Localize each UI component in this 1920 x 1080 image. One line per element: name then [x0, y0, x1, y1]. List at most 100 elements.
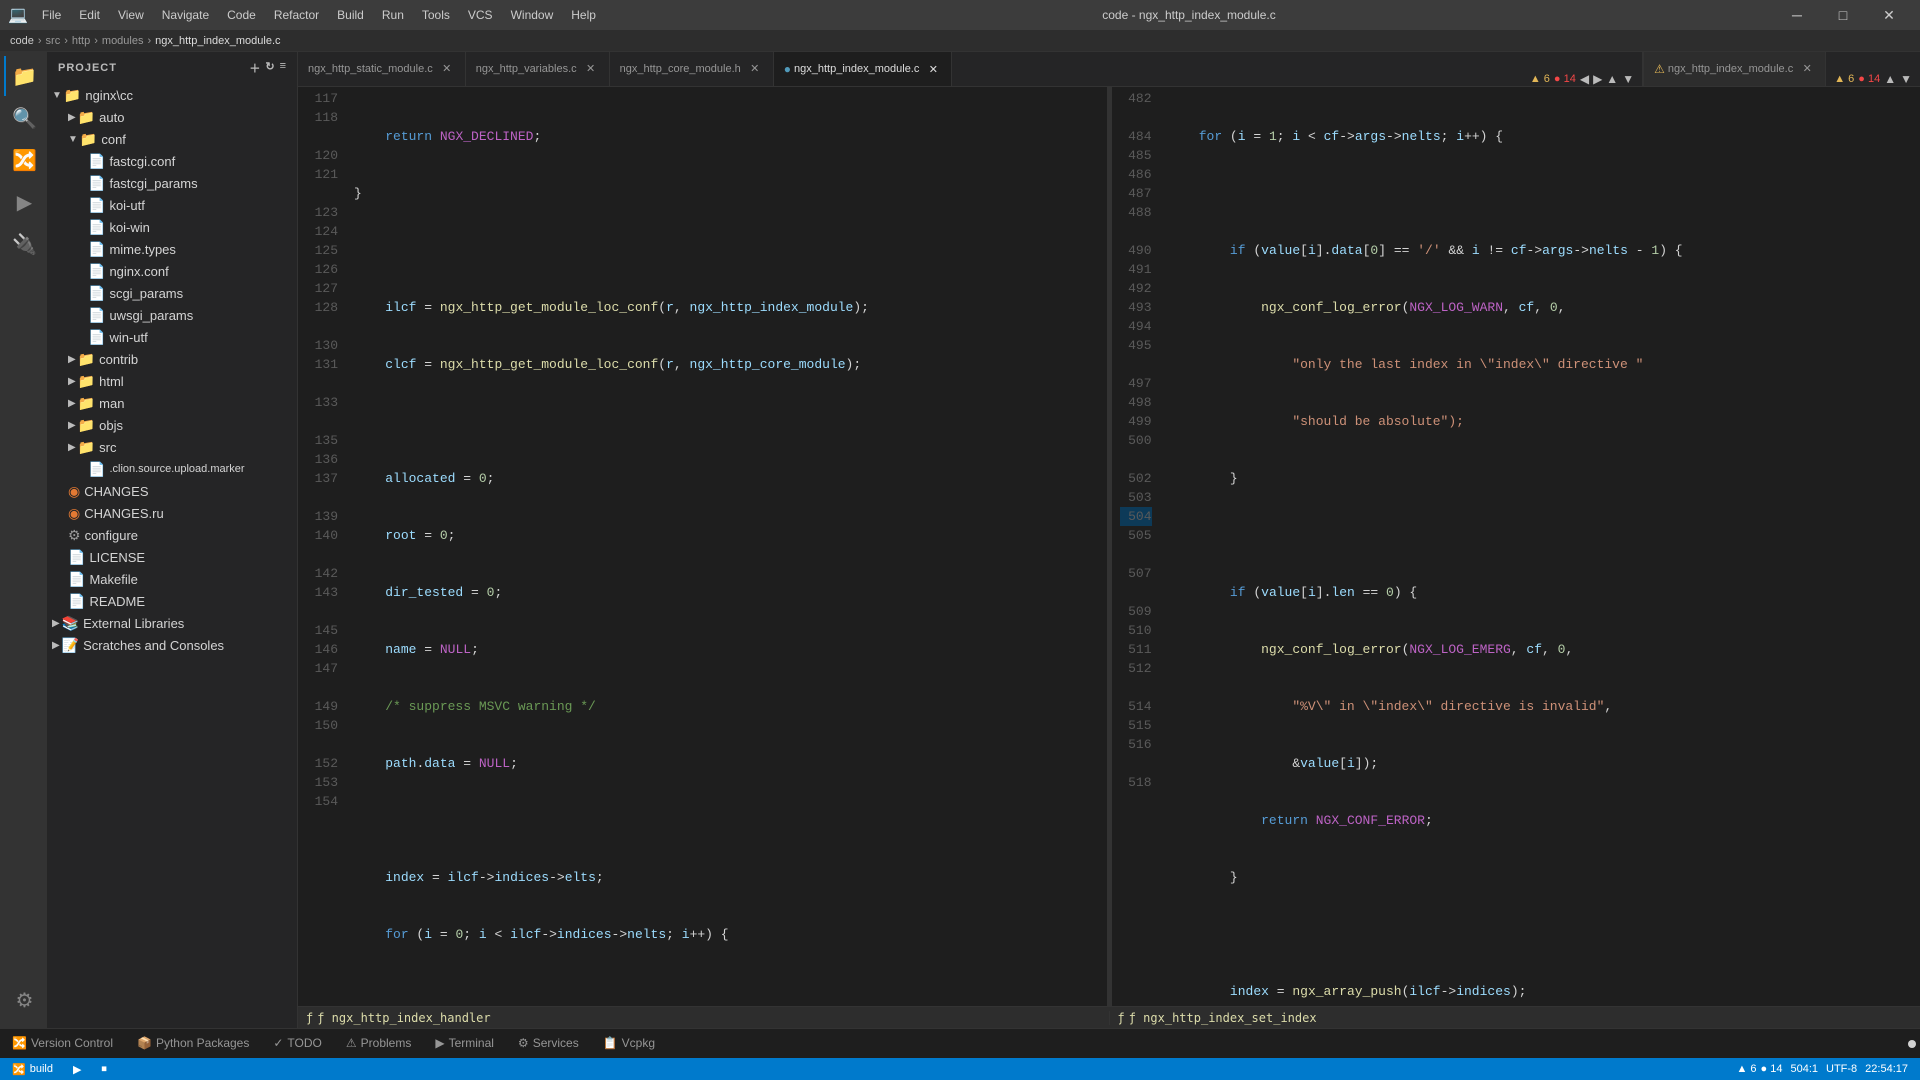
- menu-refactor[interactable]: Refactor: [266, 6, 327, 24]
- sidebar-item-mime-types[interactable]: 📄 mime.types: [48, 238, 297, 260]
- statusbar-stop[interactable]: ⏹: [97, 1058, 111, 1080]
- menu-window[interactable]: Window: [503, 6, 562, 24]
- tab-ngx-http-variables[interactable]: ngx_http_variables.c ✕: [466, 52, 610, 86]
- breadcrumb-current-file[interactable]: ngx_http_index_module.c: [155, 35, 280, 47]
- vcpkg-icon: 📋: [603, 1036, 618, 1050]
- menu-run[interactable]: Run: [374, 6, 412, 24]
- close-button[interactable]: ✕: [1866, 0, 1912, 30]
- sidebar-item-scratches[interactable]: ▶ 📝 Scratches and Consoles: [48, 634, 297, 656]
- statusbar-warnings[interactable]: ▲ 6 ● 14: [1732, 1058, 1786, 1080]
- breadcrumb-modules[interactable]: modules: [102, 35, 144, 47]
- bottom-tab-todo[interactable]: ✓ TODO: [261, 1029, 334, 1059]
- menu-vcs[interactable]: VCS: [460, 6, 501, 24]
- tab-ngx-http-static[interactable]: ngx_http_static_module.c ✕: [298, 52, 466, 86]
- menu-build[interactable]: Build: [329, 6, 372, 24]
- tab-ngx-http-core-h[interactable]: ngx_http_core_module.h ✕: [610, 52, 774, 86]
- activity-git[interactable]: 🔀: [4, 140, 44, 180]
- breadcrumb-code[interactable]: code: [10, 35, 34, 47]
- menu-file[interactable]: File: [34, 6, 69, 24]
- sidebar-item-readme[interactable]: 📄 README: [48, 590, 297, 612]
- activity-run[interactable]: ▶: [4, 182, 44, 222]
- git-icon: 🔀: [12, 1063, 26, 1076]
- sidebar-item-auto[interactable]: ▶ 📁 auto: [48, 106, 297, 128]
- sidebar-item-configure[interactable]: ⚙ configure: [48, 524, 297, 546]
- main-area: 📁 🔍 🔀 ▶ 🔌 ⚙ PROJECT ＋ ↻ ≡ ▼ 📁 nginx\cc ▶…: [0, 52, 1920, 1028]
- ext-lib-label: External Libraries: [83, 616, 184, 631]
- tab-close-index-right[interactable]: ✕: [1799, 61, 1815, 77]
- activity-extensions[interactable]: 🔌: [4, 224, 44, 264]
- statusbar-line-col[interactable]: 504:1: [1786, 1058, 1822, 1080]
- right-code-editor[interactable]: 482 484 485 486 487 488 490 491 492 493 …: [1112, 87, 1920, 1006]
- minimize-button[interactable]: ─: [1774, 0, 1820, 30]
- left-code-editor[interactable]: 117 118 120 121 123 124 125 126 127 128 …: [298, 87, 1107, 1006]
- sidebar-item-fastcgi-params[interactable]: 📄 fastcgi_params: [48, 172, 297, 194]
- sidebar-item-changes-ru[interactable]: ◉ CHANGES.ru: [48, 502, 297, 524]
- breadcrumb-http[interactable]: http: [72, 35, 90, 47]
- man-label: man: [99, 396, 124, 411]
- bottom-tab-services[interactable]: ⚙ Services: [506, 1029, 591, 1059]
- sidebar-item-uwsgi-params[interactable]: 📄 uwsgi_params: [48, 304, 297, 326]
- tab-nav-right[interactable]: ▶: [1593, 72, 1602, 86]
- window-controls: ─ □ ✕: [1774, 0, 1912, 30]
- bottom-tab-vcpkg[interactable]: 📋 Vcpkg: [591, 1029, 667, 1059]
- sidebar-root[interactable]: ▼ 📁 nginx\cc: [48, 84, 297, 106]
- sidebar-item-scgi-params[interactable]: 📄 scgi_params: [48, 282, 297, 304]
- activity-settings[interactable]: ⚙: [4, 980, 44, 1020]
- menu-help[interactable]: Help: [563, 6, 604, 24]
- sidebar-item-changes[interactable]: ◉ CHANGES: [48, 480, 297, 502]
- sidebar-item-html[interactable]: ▶ 📁 html: [48, 370, 297, 392]
- tab-close-index-active[interactable]: ✕: [925, 61, 941, 77]
- right-function-bar: ƒ ƒ ngx_http_index_set_index: [1110, 1011, 1920, 1025]
- sidebar-item-src[interactable]: ▶ 📁 src: [48, 436, 297, 458]
- sidebar-item-external-libraries[interactable]: ▶ 📚 External Libraries: [48, 612, 297, 634]
- menu-tools[interactable]: Tools: [414, 6, 458, 24]
- tab-nav-left[interactable]: ◀: [1580, 72, 1589, 86]
- menu-code[interactable]: Code: [219, 6, 264, 24]
- activity-bar-bottom: ⚙: [4, 980, 44, 1020]
- activity-explorer[interactable]: 📁: [4, 56, 44, 96]
- readme-label: README: [89, 594, 145, 609]
- sidebar-item-fastcgi-conf[interactable]: 📄 fastcgi.conf: [48, 150, 297, 172]
- tab-nav-down[interactable]: ▼: [1622, 72, 1634, 86]
- sidebar-item-man[interactable]: ▶ 📁 man: [48, 392, 297, 414]
- bottom-tab-problems[interactable]: ⚠ Problems: [334, 1029, 423, 1059]
- tab-close-variables[interactable]: ✕: [583, 61, 599, 77]
- tab-nav-right-down[interactable]: ▼: [1900, 72, 1912, 86]
- menu-view[interactable]: View: [110, 6, 152, 24]
- bottom-tab-terminal[interactable]: ▶ Terminal: [423, 1029, 506, 1059]
- todo-icon: ✓: [273, 1036, 283, 1050]
- sidebar-item-clion-marker[interactable]: 📄 .clion.source.upload.marker: [48, 458, 297, 480]
- menu-edit[interactable]: Edit: [71, 6, 108, 24]
- sidebar-collapse-icon[interactable]: ≡: [280, 60, 287, 76]
- sidebar-item-makefile[interactable]: 📄 Makefile: [48, 568, 297, 590]
- bottom-tab-version-control[interactable]: 🔀 Version Control: [0, 1029, 125, 1059]
- maximize-button[interactable]: □: [1820, 0, 1866, 30]
- sidebar-item-objs[interactable]: ▶ 📁 objs: [48, 414, 297, 436]
- cursor-indicator: [1908, 1040, 1920, 1048]
- nginx-conf-icon: 📄: [88, 263, 105, 280]
- menu-navigate[interactable]: Navigate: [154, 6, 217, 24]
- tab-ngx-http-index-right[interactable]: ⚠ ngx_http_index_module.c ✕: [1644, 52, 1826, 86]
- tab-ngx-http-index-active[interactable]: ● ngx_http_index_module.c ✕: [774, 52, 953, 86]
- sidebar-new-file-icon[interactable]: ＋: [249, 60, 261, 76]
- sidebar-item-win-utf[interactable]: 📄 win-utf: [48, 326, 297, 348]
- statusbar-run[interactable]: ▶: [69, 1058, 85, 1080]
- sidebar-item-contrib[interactable]: ▶ 📁 contrib: [48, 348, 297, 370]
- bottom-tab-python-packages[interactable]: 📦 Python Packages: [125, 1029, 261, 1059]
- sidebar-item-koi-win[interactable]: 📄 koi-win: [48, 216, 297, 238]
- time-text: 22:54:17: [1865, 1063, 1908, 1075]
- right-line-numbers: 482 484 485 486 487 488 490 491 492 493 …: [1112, 87, 1160, 1006]
- tab-nav-right-up[interactable]: ▲: [1884, 72, 1896, 86]
- sidebar-item-license[interactable]: 📄 LICENSE: [48, 546, 297, 568]
- tab-nav-up[interactable]: ▲: [1606, 72, 1618, 86]
- tab-close-core-h[interactable]: ✕: [747, 61, 763, 77]
- breadcrumb-src[interactable]: src: [46, 35, 61, 47]
- tab-close-static[interactable]: ✕: [439, 61, 455, 77]
- statusbar-git[interactable]: 🔀 build: [8, 1058, 57, 1080]
- activity-search[interactable]: 🔍: [4, 98, 44, 138]
- sidebar-refresh-icon[interactable]: ↻: [265, 60, 275, 76]
- sidebar-item-koi-utf[interactable]: 📄 koi-utf: [48, 194, 297, 216]
- sidebar-item-conf[interactable]: ▼ 📁 conf: [48, 128, 297, 150]
- statusbar-encoding[interactable]: UTF-8: [1822, 1058, 1861, 1080]
- sidebar-item-nginx-conf[interactable]: 📄 nginx.conf: [48, 260, 297, 282]
